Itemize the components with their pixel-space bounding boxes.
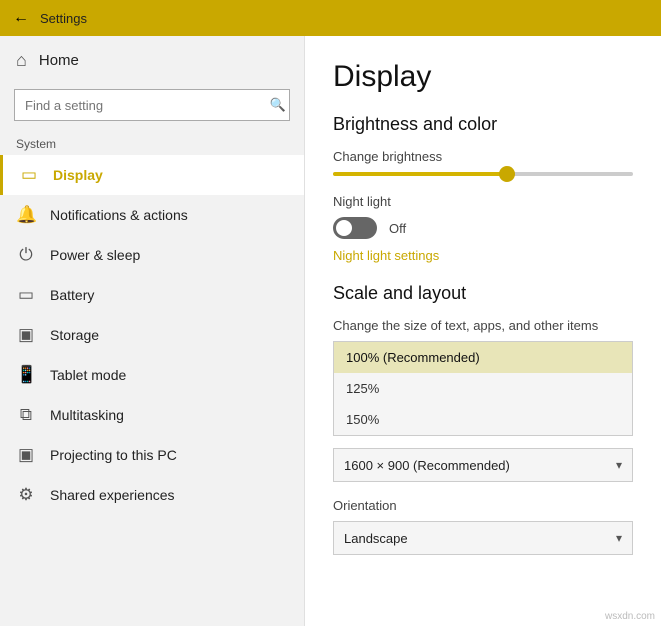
sidebar-item-multitasking[interactable]: ⧉ Multitasking xyxy=(0,395,304,435)
scale-option-100[interactable]: 100% (Recommended) xyxy=(334,342,632,373)
orientation-label: Orientation xyxy=(333,498,633,513)
scale-option-125[interactable]: 125% xyxy=(334,373,632,404)
nav-label-storage: Storage xyxy=(50,327,99,343)
sidebar-item-notifications[interactable]: 🔔 Notifications & actions xyxy=(0,195,304,235)
page-title: Display xyxy=(333,60,633,94)
brightness-label: Change brightness xyxy=(333,149,633,164)
back-icon: ← xyxy=(13,9,29,27)
night-light-settings-link[interactable]: Night light settings xyxy=(333,248,439,263)
nav-label-battery: Battery xyxy=(50,287,94,303)
shared-icon: ⚙ xyxy=(16,485,36,505)
window-title: Settings xyxy=(40,11,87,26)
sidebar-item-projecting[interactable]: ▣ Projecting to this PC xyxy=(0,435,304,475)
orientation-chevron-icon: ▾ xyxy=(616,531,622,545)
orientation-select[interactable]: Landscape ▾ xyxy=(333,521,633,555)
night-light-status: Off xyxy=(389,221,406,236)
sidebar-item-display[interactable]: ▭ Display xyxy=(0,155,304,195)
brightness-slider[interactable] xyxy=(333,172,633,176)
brightness-section-title: Brightness and color xyxy=(333,114,633,135)
sidebar-item-home[interactable]: ⌂ Home xyxy=(0,36,304,85)
sidebar-item-power[interactable]: ⏻ Power & sleep xyxy=(0,235,304,275)
battery-icon: ▭ xyxy=(16,285,36,305)
sidebar-item-shared[interactable]: ⚙ Shared experiences xyxy=(0,475,304,515)
night-light-label: Night light xyxy=(333,194,633,209)
content-area: Display Brightness and color Change brig… xyxy=(305,36,661,626)
notifications-icon: 🔔 xyxy=(16,205,36,225)
back-button[interactable]: ← xyxy=(10,7,32,29)
scale-section-title: Scale and layout xyxy=(333,283,633,304)
home-label: Home xyxy=(39,52,79,69)
sidebar-item-battery[interactable]: ▭ Battery xyxy=(0,275,304,315)
power-icon: ⏻ xyxy=(16,245,36,265)
section-label: System xyxy=(0,131,304,155)
home-icon: ⌂ xyxy=(16,50,27,71)
night-light-toggle[interactable] xyxy=(333,217,377,239)
title-bar: ← Settings xyxy=(0,0,661,36)
brightness-thumb[interactable] xyxy=(499,166,515,182)
sidebar: ⌂ Home 🔍 System ▭ Display 🔔 Notification… xyxy=(0,36,305,626)
nav-label-power: Power & sleep xyxy=(50,247,140,263)
nav-label-display: Display xyxy=(53,167,103,183)
sidebar-item-storage[interactable]: ▣ Storage xyxy=(0,315,304,355)
toggle-knob xyxy=(336,220,352,236)
scale-dropdown-list[interactable]: 100% (Recommended) 125% 150% xyxy=(333,341,633,436)
nav-label-multitasking: Multitasking xyxy=(50,407,124,423)
projecting-icon: ▣ xyxy=(16,445,36,465)
tablet-icon: 📱 xyxy=(16,365,36,385)
resolution-value: 1600 × 900 (Recommended) xyxy=(344,458,510,473)
orientation-value: Landscape xyxy=(344,531,408,546)
sidebar-item-tablet[interactable]: 📱 Tablet mode xyxy=(0,355,304,395)
scale-label: Change the size of text, apps, and other… xyxy=(333,318,633,333)
nav-label-projecting: Projecting to this PC xyxy=(50,447,177,463)
storage-icon: ▣ xyxy=(16,325,36,345)
scale-option-150[interactable]: 150% xyxy=(334,404,632,435)
nav-label-tablet: Tablet mode xyxy=(50,367,126,383)
search-icon[interactable]: 🔍 xyxy=(270,97,286,113)
search-input[interactable] xyxy=(14,89,290,121)
display-icon: ▭ xyxy=(19,165,39,185)
nav-label-notifications: Notifications & actions xyxy=(50,207,188,223)
search-box: 🔍 xyxy=(14,89,290,121)
resolution-select[interactable]: 1600 × 900 (Recommended) ▾ xyxy=(333,448,633,482)
night-light-row: Off xyxy=(333,217,633,239)
resolution-chevron-icon: ▾ xyxy=(616,458,622,472)
nav-label-shared: Shared experiences xyxy=(50,487,175,503)
multitasking-icon: ⧉ xyxy=(16,405,36,425)
main-layout: ⌂ Home 🔍 System ▭ Display 🔔 Notification… xyxy=(0,36,661,626)
